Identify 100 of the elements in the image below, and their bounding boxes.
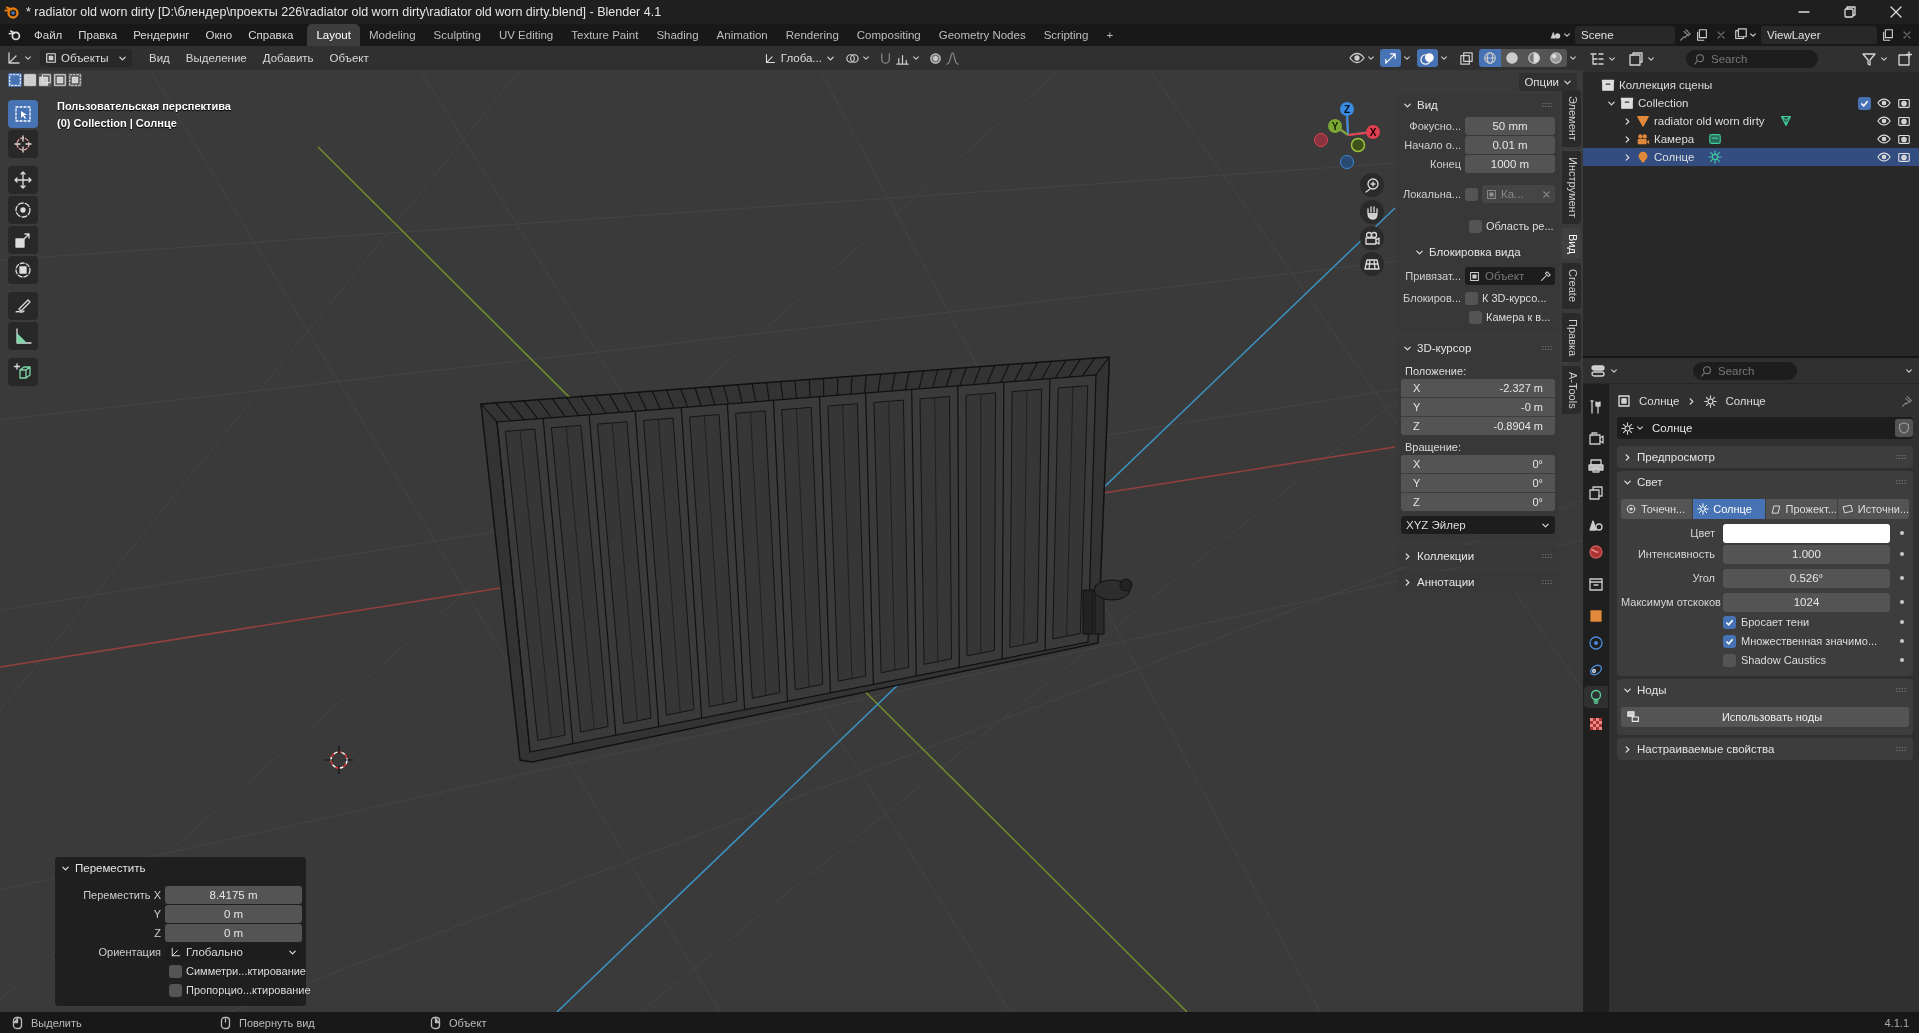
sidebar-tab[interactable]: Вид: [1562, 227, 1581, 260]
object-field[interactable]: Объект: [1465, 267, 1555, 285]
outliner-row[interactable]: Коллекция сцены: [1583, 76, 1919, 94]
number-field[interactable]: 50 mm: [1465, 117, 1555, 135]
caret-icon[interactable]: [1647, 55, 1655, 63]
checkbox[interactable]: [1858, 96, 1871, 110]
caret-icon[interactable]: [1610, 366, 1618, 375]
scene-field[interactable]: Scene: [1575, 26, 1675, 44]
keyframe-icon[interactable]: [1900, 658, 1904, 662]
rotation-mode-dropdown[interactable]: XYZ Эйлер: [1401, 516, 1555, 534]
close-icon[interactable]: [1890, 6, 1902, 18]
grip-icon[interactable]: [1895, 478, 1907, 486]
camera-icon[interactable]: [1897, 150, 1911, 164]
view-layer-icon[interactable]: [1733, 28, 1749, 42]
number-field[interactable]: 0 m: [165, 924, 302, 942]
breadcrumb-item[interactable]: Солнце: [1725, 395, 1766, 407]
eye-icon[interactable]: [1877, 114, 1891, 128]
pin-icon[interactable]: [1900, 394, 1913, 408]
panel-header[interactable]: Вид: [1397, 94, 1559, 116]
workspace-tab[interactable]: Animation: [707, 24, 777, 46]
shield-icon[interactable]: [1895, 419, 1913, 437]
menu-item[interactable]: Правка: [70, 29, 126, 41]
copy-icon[interactable]: [1695, 28, 1709, 42]
sidebar-tab[interactable]: Элемент: [1562, 90, 1581, 147]
copy-icon[interactable]: [1881, 28, 1895, 42]
grip-icon[interactable]: [1541, 552, 1553, 560]
checkbox-label[interactable]: Камера к в...: [1469, 310, 1551, 324]
grid-icon[interactable]: [1364, 256, 1380, 272]
checkbox-label[interactable]: Область ре...: [1469, 219, 1554, 233]
caret-icon[interactable]: [1636, 424, 1644, 432]
proportional-icon[interactable]: [927, 50, 943, 66]
panel-header[interactable]: Свет: [1617, 471, 1913, 493]
menu-item[interactable]: Вид: [142, 52, 177, 64]
light-type-tab[interactable]: Прожект...: [1765, 499, 1837, 519]
add-tab-button[interactable]: +: [1097, 24, 1123, 46]
properties-tab[interactable]: [1584, 686, 1608, 708]
mode-dropdown[interactable]: Объекты: [40, 49, 132, 67]
camera-icon[interactable]: [1897, 114, 1911, 128]
caret-icon[interactable]: [911, 54, 920, 62]
checkbox-label[interactable]: Множественная значимо...: [1723, 634, 1890, 648]
select-mode-icon[interactable]: [53, 73, 67, 87]
ruler-tool[interactable]: [8, 322, 38, 350]
checkbox[interactable]: [1469, 219, 1482, 233]
grip-icon[interactable]: [1541, 578, 1553, 586]
caret-icon[interactable]: [1569, 54, 1577, 62]
list-icon[interactable]: [1589, 51, 1605, 67]
number-field[interactable]: 0 m: [165, 905, 302, 923]
number-field[interactable]: 1024: [1723, 592, 1890, 612]
keyframe-icon[interactable]: [1900, 639, 1904, 643]
panel-header[interactable]: Коллекции: [1397, 545, 1559, 567]
keyframe-icon[interactable]: [1900, 552, 1904, 556]
eye-icon[interactable]: [1877, 132, 1891, 146]
menu-item[interactable]: Файл: [26, 29, 71, 41]
keyframe-icon[interactable]: [1900, 531, 1904, 535]
workspace-tab[interactable]: Rendering: [776, 24, 848, 46]
checkbox[interactable]: [1469, 310, 1482, 324]
add-cube-tool[interactable]: [8, 358, 38, 386]
checkbox[interactable]: [169, 964, 182, 978]
sidebar-tab[interactable]: A-Tools: [1562, 365, 1581, 415]
workspace-tab[interactable]: Geometry Nodes: [929, 24, 1035, 46]
caret-icon[interactable]: [1608, 55, 1616, 63]
properties-icon[interactable]: [1589, 362, 1607, 379]
menu-item[interactable]: Рендеринг: [125, 29, 198, 41]
sun-icon[interactable]: [1621, 421, 1634, 435]
grip-icon[interactable]: [1895, 745, 1907, 753]
workspace-tab[interactable]: Layout: [307, 24, 360, 46]
caret-icon[interactable]: [1905, 366, 1913, 375]
checkbox[interactable]: [1723, 634, 1736, 648]
xray-icon[interactable]: [1459, 50, 1474, 66]
select-mode-icon[interactable]: [23, 73, 37, 87]
rotate-tool[interactable]: [8, 196, 38, 224]
workspace-tab[interactable]: Compositing: [847, 24, 930, 46]
zoom-icon[interactable]: [1364, 177, 1380, 193]
workspace-tab[interactable]: Scripting: [1034, 24, 1098, 46]
outliner-row[interactable]: Collection: [1583, 94, 1919, 112]
checkbox-label[interactable]: К 3D-курсо...: [1465, 291, 1547, 305]
number-field[interactable]: 0.01 m: [1465, 136, 1555, 154]
number-field[interactable]: 1000 m: [1465, 155, 1555, 173]
chevron-right-icon[interactable]: [1623, 152, 1632, 162]
caret-icon[interactable]: [1880, 55, 1888, 63]
menu-item[interactable]: Выделение: [178, 52, 254, 64]
vector-field[interactable]: Z 0°: [1401, 493, 1555, 511]
falloff-icon[interactable]: [944, 50, 960, 66]
restore-icon[interactable]: [1844, 6, 1856, 18]
vector-field[interactable]: Y 0°: [1401, 474, 1555, 492]
workspace-tab[interactable]: UV Editing: [489, 24, 563, 46]
move-tool[interactable]: [8, 166, 38, 194]
sidebar-tab[interactable]: Инструмент: [1562, 150, 1581, 224]
caret-icon[interactable]: [24, 54, 32, 62]
panel-header[interactable]: Ноды: [1617, 679, 1913, 701]
checkbox[interactable]: [169, 983, 182, 997]
workspace-tab[interactable]: Sculpting: [424, 24, 490, 46]
caret-icon[interactable]: [1403, 54, 1411, 62]
panel-header[interactable]: Предпросмотр: [1617, 446, 1913, 468]
number-field[interactable]: 1.000: [1723, 544, 1890, 564]
keyframe-icon[interactable]: [1900, 620, 1904, 624]
color-swatch[interactable]: [1723, 523, 1890, 543]
vector-field[interactable]: X -2.327 m: [1401, 379, 1555, 397]
pencil-tool[interactable]: [8, 292, 38, 320]
blender-logo-icon[interactable]: [8, 28, 22, 42]
